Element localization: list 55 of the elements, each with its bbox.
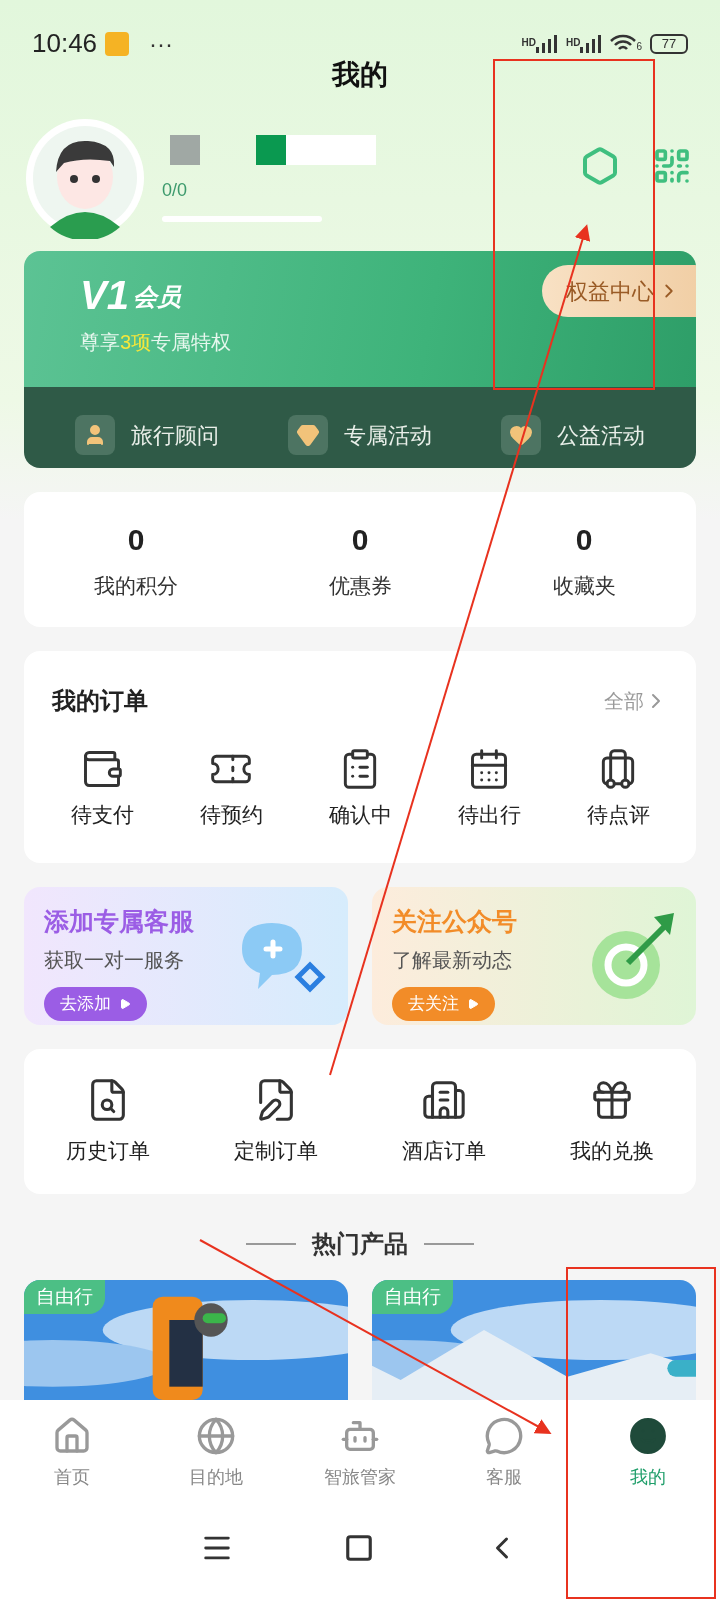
- perk-button[interactable]: 专属活动: [288, 415, 432, 455]
- member-subtitle: 尊享3项专属特权: [80, 330, 233, 355]
- battery-indicator: 77: [650, 33, 688, 54]
- section-title: 热门产品: [312, 1229, 408, 1259]
- quick-link-button[interactable]: 定制订单: [211, 1076, 341, 1167]
- promo-subtitle: 了解最新动态: [392, 947, 513, 973]
- diamond-icon: [296, 423, 320, 447]
- signal-icon: [536, 34, 558, 53]
- tab[interactable]: 智旅管家: [288, 1416, 432, 1491]
- member-title: 会员: [132, 282, 181, 312]
- quick-link-button[interactable]: 历史订单: [43, 1076, 173, 1167]
- clock: 10:46: [32, 27, 98, 60]
- play-icon: [119, 997, 131, 1010]
- planet-icon: [196, 1416, 236, 1456]
- notification-icon: [105, 31, 130, 56]
- member-level: V1: [80, 275, 129, 315]
- stat-item[interactable]: 0 优惠券: [280, 517, 440, 602]
- tab[interactable]: 目的地: [144, 1416, 288, 1491]
- promo-title: 关注公众号: [392, 906, 518, 938]
- stat-item[interactable]: 0 我的积分: [56, 517, 216, 602]
- home-button-icon[interactable]: [344, 1533, 374, 1563]
- quick-link-button[interactable]: 酒店订单: [379, 1076, 509, 1167]
- tab[interactable]: 客服: [432, 1416, 576, 1491]
- home-icon: [52, 1416, 92, 1456]
- product-tag: 自由行: [372, 1280, 453, 1314]
- signal-icon: [580, 34, 603, 53]
- order-status-button[interactable]: 确认中: [310, 746, 410, 831]
- stat-item[interactable]: 0 收藏夹: [504, 517, 664, 602]
- product-tag: 自由行: [24, 1280, 105, 1314]
- tab[interactable]: 我的: [576, 1416, 720, 1491]
- promo-subtitle: 获取一对一服务: [44, 947, 185, 973]
- section-title: 我的订单: [52, 685, 148, 716]
- order-status-button[interactable]: 待支付: [52, 746, 152, 831]
- wifi-label: 6: [636, 39, 642, 54]
- chat-icon: [484, 1416, 524, 1456]
- network-label: HD: [566, 35, 581, 50]
- qr-code-icon[interactable]: [652, 146, 692, 186]
- play-icon: [467, 997, 479, 1010]
- order-status-button[interactable]: 待预约: [181, 746, 281, 831]
- perk-button[interactable]: 公益活动: [501, 415, 646, 455]
- heart-icon: [509, 423, 534, 447]
- promo-card[interactable]: 添加专属客服 获取一对一服务 去添加: [24, 887, 348, 1026]
- perk-button[interactable]: 旅行顾问: [74, 415, 219, 455]
- more-dots: ···: [149, 28, 174, 59]
- promo-title: 添加专属客服: [44, 906, 195, 938]
- tab[interactable]: 首页: [0, 1416, 144, 1491]
- network-label: HD: [521, 35, 536, 50]
- name-redaction: [170, 134, 200, 165]
- quick-link-button[interactable]: 我的兑换: [547, 1076, 677, 1167]
- promo-button[interactable]: 去添加: [44, 986, 147, 1021]
- promo-card[interactable]: 关注公众号 了解最新动态 去关注: [372, 887, 696, 1026]
- order-status-button[interactable]: 待出行: [439, 746, 539, 831]
- avatar[interactable]: [24, 117, 146, 239]
- order-status-button[interactable]: 待点评: [568, 746, 668, 831]
- progress-text: 0/0: [162, 178, 189, 202]
